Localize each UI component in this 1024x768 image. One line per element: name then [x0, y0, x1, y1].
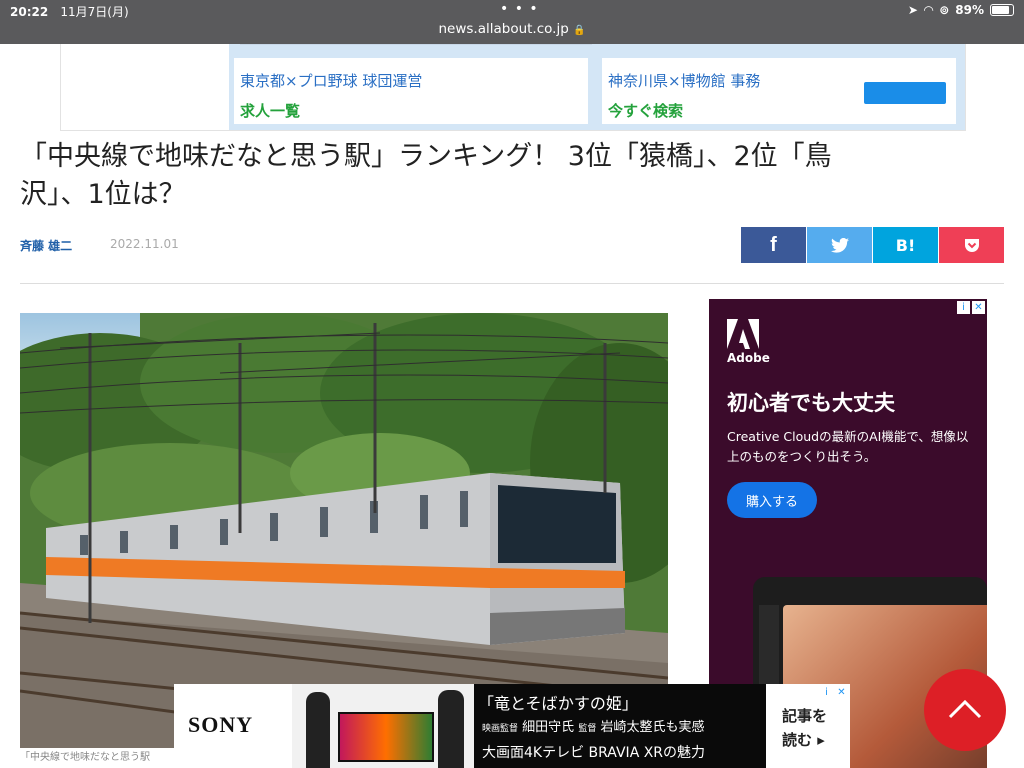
cta-line-1: 記事を	[782, 707, 828, 725]
facebook-icon: f	[770, 233, 777, 256]
ad-line-2-role2: 監督	[578, 724, 597, 734]
ad-close-icon[interactable]: ✕	[972, 301, 985, 314]
adobe-buy-button[interactable]: 購入する	[727, 482, 817, 518]
ad-info-icon[interactable]: i	[820, 686, 833, 699]
status-date: 11月7日(月)	[60, 5, 129, 19]
ad-left-link[interactable]: 求人一覧	[240, 100, 300, 121]
adobe-brand: Adobe	[727, 351, 770, 365]
article-headline: 「中央線で地味だなと思う駅」ランキング！ 3位「猿橋」、2位「鳥 沢」、1位は？	[20, 138, 990, 214]
ad-line-2-name1: 細田守氏	[522, 720, 575, 735]
adobe-headline: 初心者でも大丈夫	[727, 391, 895, 415]
author-link[interactable]: 斉藤 雄二	[20, 237, 72, 254]
sony-ad-choices[interactable]: i ✕	[820, 686, 848, 699]
more-dots-icon[interactable]: • • •	[500, 2, 539, 16]
ad-line-2: 映画監督 細田守氏 監督 岩崎太整氏も実感	[482, 716, 704, 735]
location-icon: ➤	[907, 3, 918, 17]
ad-line-1: 「竜とそばかすの姫」	[478, 694, 638, 713]
lock-icon: 🔒	[573, 25, 586, 36]
battery-icon	[990, 4, 1014, 16]
pocket-icon	[964, 238, 979, 252]
twitter-icon	[830, 237, 849, 253]
ad-line-3: 大画面4Kテレビ BRAVIA XRの魅力	[482, 745, 706, 761]
wifi-icon: ◠	[923, 3, 934, 17]
sony-bottom-ad[interactable]: SONY 「竜とそばかすの姫」 映画監督 細田守氏 監督 岩崎太整氏も実感 大画…	[174, 684, 850, 768]
top-ad-banner: 東京都×プロ野球 球団運営 求人一覧 神奈川県×博物館 事務 今すぐ検索	[60, 44, 966, 131]
ad-right-link[interactable]: 今すぐ検索	[608, 100, 683, 121]
person-right	[438, 690, 464, 768]
adobe-logo-icon	[727, 319, 759, 349]
status-clock: 20:22 11月7日(月)	[10, 3, 137, 20]
headline-line-1: 「中央線で地味だなと思う駅」ランキング！ 3位「猿橋」、2位「鳥	[20, 141, 832, 172]
status-time: 20:22	[10, 5, 49, 19]
twitter-share-button[interactable]	[807, 227, 872, 263]
orientation-lock-icon: ⊚	[939, 3, 950, 17]
url-text: news.allabout.co.jp	[438, 21, 569, 37]
url-bar[interactable]: news.allabout.co.jp 🔒	[0, 21, 1024, 37]
ad-cell-left[interactable]: 東京都×プロ野球 球団運営 求人一覧	[234, 44, 592, 124]
battery-percent: 89%	[955, 3, 984, 17]
ad-line-2-role: 映画監督	[482, 724, 519, 734]
top-ad-inner: 東京都×プロ野球 球団運営 求人一覧 神奈川県×博物館 事務 今すぐ検索	[229, 44, 965, 130]
facebook-share-button[interactable]: f	[741, 227, 806, 263]
ad-right-button[interactable]	[864, 82, 946, 104]
ad-close-icon[interactable]: ✕	[835, 686, 848, 699]
read-article-cta[interactable]: 記事を 読む ▸	[782, 704, 827, 752]
adobe-body-text: Creative Cloudの最新のAI機能で、想像以上のものをつくり出そう。	[727, 429, 969, 464]
ad-line-2-name2: 岩崎太整氏も実感	[600, 720, 705, 735]
article-hero-image[interactable]	[20, 313, 668, 748]
hatena-share-button[interactable]: B!	[873, 227, 938, 263]
ad-cell-right[interactable]: 神奈川県×博物館 事務 今すぐ検索	[602, 58, 956, 124]
train-photo	[20, 313, 668, 748]
headline-line-2: 沢」、1位は？	[20, 179, 186, 210]
ad-choices[interactable]: i ✕	[957, 301, 985, 314]
ad-divider	[240, 44, 592, 48]
pocket-share-button[interactable]	[939, 227, 1004, 263]
scroll-to-top-button[interactable]	[924, 669, 1006, 751]
status-bar: 20:22 11月7日(月) • • • news.allabout.co.jp…	[0, 0, 1024, 44]
status-icons: ➤ ◠ ⊚ 89%	[908, 3, 1014, 17]
hatena-icon: B!	[895, 235, 916, 255]
sony-logo: SONY	[188, 712, 254, 737]
ad-left-title[interactable]: 東京都×プロ野球 球団運営	[240, 70, 422, 91]
chevron-up-icon	[948, 699, 982, 719]
sony-ad-text-panel: 「竜とそばかすの姫」 映画監督 細田守氏 監督 岩崎太整氏も実感 大画面4Kテレ…	[474, 684, 766, 768]
ad-info-icon[interactable]: i	[957, 301, 970, 314]
cta-line-2: 読む ▸	[782, 731, 825, 749]
header-divider	[20, 283, 1004, 284]
ad-right-title[interactable]: 神奈川県×博物館 事務	[608, 70, 760, 91]
publish-date: 2022.11.01	[110, 237, 179, 251]
ad-people-image	[292, 684, 474, 768]
tv-image	[338, 712, 434, 762]
person-left	[306, 692, 330, 768]
image-caption: 「中央線で地味だなと思う駅	[20, 752, 150, 763]
